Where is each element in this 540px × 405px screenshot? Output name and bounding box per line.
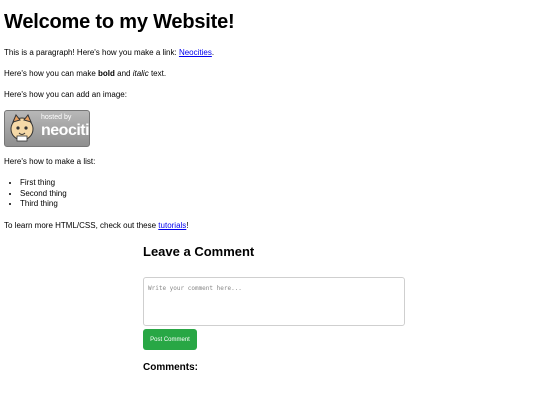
page: Welcome to my Website! This is a paragra… (4, 0, 540, 405)
paragraph-image: Here's how you can add an image: (4, 90, 127, 99)
tutorials-link[interactable]: tutorials (158, 221, 186, 230)
neocities-cat-icon (10, 114, 34, 142)
paragraph-text: To learn more HTML/CSS, check out these (4, 221, 159, 230)
comments-list-title: Comments: (143, 362, 199, 373)
neocities-logo-text: neocities (41, 122, 90, 139)
list-item: Third thing (20, 199, 67, 210)
paragraph-text-mid: and (114, 69, 133, 78)
paragraph-text: This is a paragraph! Here's how you make… (4, 48, 179, 57)
paragraph-formatting: Here's how you can make bold and italic … (4, 69, 166, 79)
paragraph-text: Here's how you can make (4, 69, 99, 78)
comment-section-title: Leave a Comment (143, 244, 255, 259)
paragraph-link: This is a paragraph! Here's how you make… (4, 48, 214, 58)
neocities-link[interactable]: Neocities (179, 48, 212, 57)
list-item: Second thing (20, 189, 67, 200)
paragraph-text-end: ! (186, 221, 189, 230)
hosted-by-neocities-image: hosted by neocities (4, 110, 90, 147)
paragraph-text-end: . (211, 48, 215, 57)
paragraph-list: Here's how to make a list: (4, 157, 96, 166)
paragraph-text-end: text. (148, 69, 167, 78)
list-item: First thing (20, 178, 67, 189)
page-title: Welcome to my Website! (4, 11, 235, 33)
paragraph-tutorials: To learn more HTML/CSS, check out these … (4, 221, 189, 231)
comment-input[interactable] (143, 277, 405, 326)
bold-text: bold (98, 69, 115, 78)
thing-list: First thing Second thing Third thing (4, 178, 67, 210)
post-comment-button[interactable]: Post Comment (143, 329, 197, 350)
italic-text: italic (132, 69, 149, 78)
